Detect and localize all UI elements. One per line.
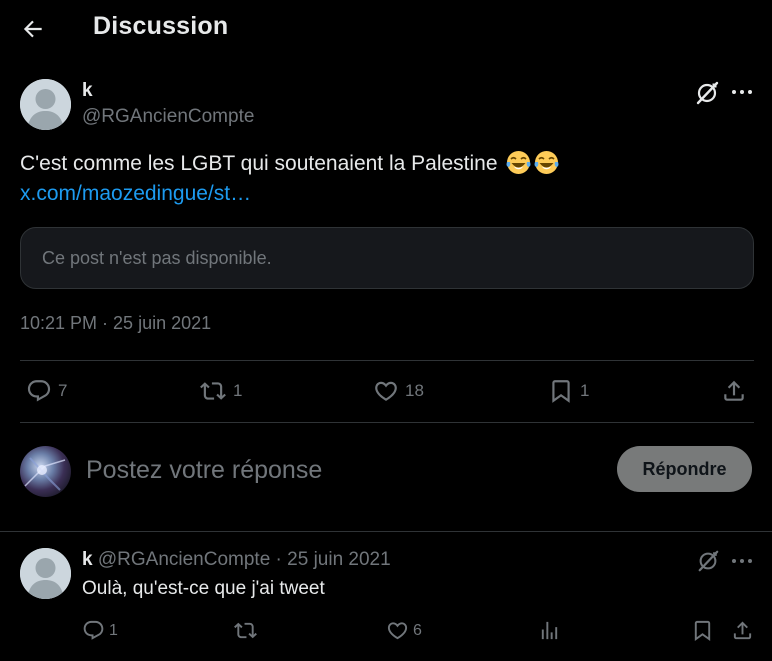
reply-handle-and-date[interactable]: @RGAncienCompte · 25 juin 2021 <box>98 549 391 570</box>
reply-text: Oulà, qu'est-ce que j'ai tweet <box>82 578 325 599</box>
current-user-avatar[interactable] <box>20 446 71 497</box>
header-bar: Discussion <box>0 0 772 58</box>
more-options-icon[interactable] <box>730 82 754 102</box>
reply-count: 1 <box>109 621 118 639</box>
grok-icon[interactable] <box>694 80 720 106</box>
views-action[interactable] <box>538 619 561 642</box>
author-name[interactable]: k <box>82 80 93 102</box>
share-action[interactable] <box>721 378 747 404</box>
share-icon <box>733 621 752 640</box>
bookmark-icon <box>552 380 570 403</box>
heart-icon <box>375 381 397 401</box>
heart-icon <box>387 622 408 640</box>
avatar[interactable] <box>20 79 71 130</box>
reply-author-name[interactable]: k <box>82 549 93 570</box>
tears-of-joy-emoji-icon <box>506 150 531 175</box>
share-icon <box>724 380 744 401</box>
quoted-post-unavailable: Ce post n'est pas disponible. <box>20 227 754 289</box>
reply-icon <box>83 620 104 640</box>
reply-input[interactable] <box>84 452 584 488</box>
reply-action[interactable]: 7 <box>26 378 67 404</box>
tweet-link[interactable]: x.com/maozedingue/st… <box>20 182 251 205</box>
back-arrow-icon[interactable] <box>20 16 46 42</box>
reply-icon <box>27 380 51 402</box>
grok-icon[interactable] <box>696 549 720 573</box>
like-count: 18 <box>405 381 424 400</box>
like-action[interactable]: 18 <box>373 378 424 404</box>
tweet-text: C'est comme les LGBT qui soutenaient la … <box>20 152 498 175</box>
bookmark-action[interactable] <box>691 619 714 642</box>
bookmark-icon <box>694 620 711 641</box>
author-handle[interactable]: @RGAncienCompte <box>82 106 254 128</box>
reply-button[interactable]: Répondre <box>617 446 752 492</box>
like-action[interactable]: 6 <box>386 619 422 642</box>
retweet-action[interactable]: 1 <box>199 378 242 404</box>
reply-author-avatar[interactable] <box>20 548 71 599</box>
discussion-page: Discussion k @RGAncienCompte C'est comme… <box>0 0 772 661</box>
reply-count: 7 <box>58 381 68 400</box>
reply-header: k @RGAncienCompte · 25 juin 2021 <box>82 549 391 571</box>
divider <box>20 360 754 361</box>
post-timestamp[interactable]: 10:21 PM · 25 juin 2021 <box>20 313 211 334</box>
reply-action[interactable]: 1 <box>82 619 118 642</box>
share-action[interactable] <box>731 619 754 642</box>
like-count: 6 <box>413 621 422 639</box>
views-chart-icon <box>541 621 558 640</box>
bookmark-action[interactable]: 1 <box>548 378 589 404</box>
divider <box>20 422 754 423</box>
divider <box>0 531 772 532</box>
tears-of-joy-emoji-icon <box>534 150 559 175</box>
retweet-icon <box>200 382 226 400</box>
unavailable-message: Ce post n'est pas disponible. <box>42 248 272 268</box>
bookmark-count: 1 <box>580 381 590 400</box>
page-title: Discussion <box>93 12 229 40</box>
retweet-count: 1 <box>233 381 243 400</box>
retweet-action[interactable] <box>233 619 258 642</box>
retweet-icon <box>234 622 257 639</box>
tweet-body: C'est comme les LGBT qui soutenaient la … <box>20 149 720 209</box>
more-options-icon[interactable] <box>730 551 754 571</box>
